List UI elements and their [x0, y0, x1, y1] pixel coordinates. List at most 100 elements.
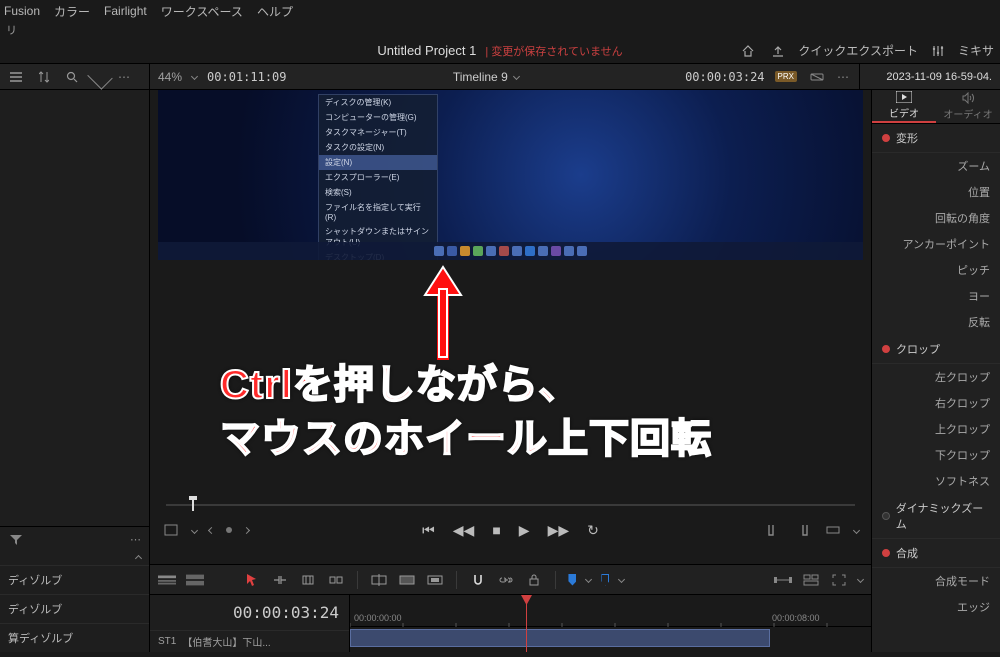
timeline-ruler[interactable]: 00:00:00:00 00:00:08:00: [350, 595, 871, 627]
transport-dropdown-icon[interactable]: [191, 526, 198, 533]
timeline-dropdown-icon[interactable]: [513, 73, 520, 80]
prop-composite-mode[interactable]: 合成モード: [872, 568, 1000, 594]
collapse-icon[interactable]: [135, 555, 142, 562]
list-view-icon[interactable]: [6, 69, 26, 85]
next-edit-icon[interactable]: [243, 526, 250, 533]
section-transform[interactable]: 変形: [872, 124, 1000, 153]
dynamic-trim-icon[interactable]: [299, 572, 317, 588]
timeline-view-icon[interactable]: [158, 572, 176, 588]
snap-icon[interactable]: [469, 572, 487, 588]
customize-icon[interactable]: [802, 572, 820, 588]
tab-video[interactable]: ビデオ: [872, 90, 936, 123]
marker-icon[interactable]: [601, 574, 609, 586]
menu-workspace[interactable]: ワークスペース: [161, 3, 243, 20]
prop-edge[interactable]: エッジ: [872, 594, 1000, 620]
keyframe-toggle[interactable]: [882, 512, 890, 520]
prop-crop-right[interactable]: 右クロップ: [872, 390, 1000, 416]
ctx-item[interactable]: タスクマネージャー(T): [319, 125, 437, 140]
view-dropdown-icon[interactable]: [857, 576, 864, 583]
menu-fusion[interactable]: Fusion: [4, 4, 40, 18]
tab-audio[interactable]: オーディオ: [936, 90, 1000, 123]
prop-yaw[interactable]: ヨー: [872, 283, 1000, 309]
jog-bar[interactable]: [150, 494, 871, 516]
prop-zoom[interactable]: ズーム: [872, 153, 1000, 179]
ctx-item[interactable]: 検索(S): [319, 185, 437, 200]
link-icon[interactable]: [497, 572, 515, 588]
prev-edit-icon[interactable]: [208, 526, 215, 533]
home-icon[interactable]: [738, 43, 758, 59]
bypass-fx-icon[interactable]: [807, 69, 827, 85]
play-button[interactable]: ▶: [519, 522, 530, 539]
flag-icon[interactable]: [568, 574, 576, 586]
prop-crop-left[interactable]: 左クロップ: [872, 364, 1000, 390]
section-composite[interactable]: 合成: [872, 539, 1000, 568]
selection-tool-icon[interactable]: [243, 572, 261, 588]
range-dropdown-icon[interactable]: [853, 526, 860, 533]
stop-button[interactable]: ■: [492, 522, 500, 538]
section-dynamic-zoom[interactable]: ダイナミックズーム: [872, 494, 1000, 539]
prop-softness[interactable]: ソフトネス: [872, 468, 1000, 494]
fullscreen-icon[interactable]: [830, 572, 848, 588]
keyframe-toggle[interactable]: [882, 549, 890, 557]
range-icon[interactable]: [824, 522, 842, 538]
timeline-name[interactable]: Timeline 9: [453, 70, 508, 84]
in-point-icon[interactable]: [764, 522, 782, 538]
prop-crop-top[interactable]: 上クロップ: [872, 416, 1000, 442]
zoom-level[interactable]: 44%: [158, 70, 182, 84]
sort-icon[interactable]: [34, 69, 54, 85]
quick-export-button[interactable]: クイックエクスポート: [798, 42, 918, 59]
prev-frame-button[interactable]: ◀◀: [453, 522, 475, 539]
prop-crop-bottom[interactable]: 下クロップ: [872, 442, 1000, 468]
menu-color[interactable]: カラー: [54, 3, 90, 20]
search-icon[interactable]: [62, 69, 82, 85]
prop-rotation[interactable]: 回転の角度: [872, 205, 1000, 231]
keyframe-toggle[interactable]: [882, 134, 890, 142]
ctx-item[interactable]: ディスクの管理(K): [319, 95, 437, 110]
loop-button[interactable]: ↻: [587, 522, 599, 539]
mixer-icon[interactable]: [928, 43, 948, 59]
list-item[interactable]: ディゾルブ: [0, 565, 149, 594]
prop-pitch[interactable]: ピッチ: [872, 257, 1000, 283]
trim-tool-icon[interactable]: [271, 572, 289, 588]
proxy-badge[interactable]: PRX: [775, 71, 797, 82]
filter-icon[interactable]: [6, 532, 26, 548]
ctx-item[interactable]: エクスプローラー(E): [319, 170, 437, 185]
flag-dropdown-icon[interactable]: [585, 576, 592, 583]
first-frame-button[interactable]: ⏮: [422, 522, 435, 539]
viewer-more-icon[interactable]: ⋯: [837, 70, 851, 84]
insert-clip-icon[interactable]: [370, 572, 388, 588]
prop-position[interactable]: 位置: [872, 179, 1000, 205]
prop-anchor[interactable]: アンカーポイント: [872, 231, 1000, 257]
timeline-timecode[interactable]: 00:00:03:24: [150, 595, 349, 630]
jog-thumb[interactable]: [192, 499, 194, 511]
menu-help[interactable]: ヘルプ: [257, 3, 293, 20]
ctx-item[interactable]: コンピューターの管理(G): [319, 110, 437, 125]
replace-clip-icon[interactable]: [426, 572, 444, 588]
track-id[interactable]: ST1: [158, 636, 176, 647]
playhead[interactable]: [526, 595, 527, 652]
chevron-down-icon[interactable]: [87, 64, 112, 89]
match-frame-icon[interactable]: [162, 522, 180, 538]
more-icon[interactable]: ⋯: [118, 70, 132, 84]
zoom-dropdown-icon[interactable]: [191, 73, 198, 80]
upload-icon[interactable]: [768, 43, 788, 59]
list-item[interactable]: 算ディゾルブ: [0, 623, 149, 652]
lock-icon[interactable]: [525, 572, 543, 588]
blade-tool-icon[interactable]: [327, 572, 345, 588]
menu-fairlight[interactable]: Fairlight: [104, 4, 147, 18]
section-crop[interactable]: クロップ: [872, 335, 1000, 364]
panel-more-icon[interactable]: ⋯: [130, 533, 143, 546]
keyframe-toggle[interactable]: [882, 345, 890, 353]
viewer-screen[interactable]: ディスクの管理(K) コンピューターの管理(G) タスクマネージャー(T) タス…: [158, 90, 863, 260]
ctx-item[interactable]: ファイル名を指定して実行(R): [319, 200, 437, 224]
record-timecode[interactable]: 00:00:03:24: [685, 70, 764, 84]
marker-dropdown-icon[interactable]: [618, 576, 625, 583]
overwrite-clip-icon[interactable]: [398, 572, 416, 588]
list-item[interactable]: ディゾルブ: [0, 594, 149, 623]
ctx-item-highlighted[interactable]: 設定(N): [319, 155, 437, 170]
mixer-button[interactable]: ミキサ: [958, 42, 994, 59]
out-point-icon[interactable]: [794, 522, 812, 538]
source-timecode[interactable]: 00:01:11:09: [207, 70, 286, 84]
stacked-view-icon[interactable]: [186, 572, 204, 588]
next-frame-button[interactable]: ▶▶: [548, 522, 570, 539]
